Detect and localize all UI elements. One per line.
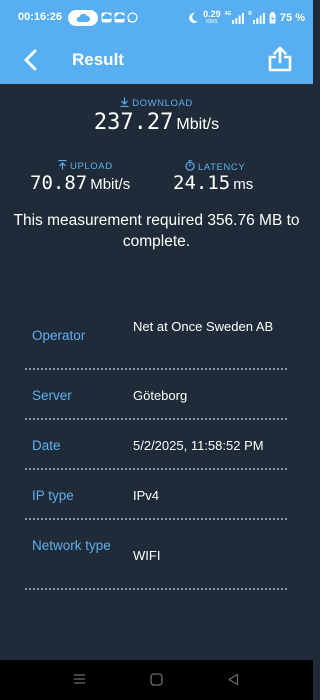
signal-icon bbox=[252, 12, 265, 24]
info-value: WIFI bbox=[133, 548, 161, 563]
system-nav-bar bbox=[0, 660, 313, 700]
cloud-pill bbox=[68, 10, 98, 26]
info-key: Operator bbox=[32, 328, 86, 343]
info-value: 5/2/2025, 11:58:52 PM bbox=[133, 438, 264, 453]
info-key: IP type bbox=[32, 488, 74, 503]
latency-unit: ms bbox=[233, 176, 254, 193]
upload-speed: 70.87 bbox=[30, 172, 88, 194]
status-time: 00:16:26 bbox=[18, 11, 63, 23]
info-value: Göteborg bbox=[133, 388, 188, 403]
home-icon[interactable] bbox=[150, 673, 163, 686]
info-row-operator: Operator Net at Once Sweden AB bbox=[25, 310, 287, 370]
info-value: IPv4 bbox=[133, 488, 160, 503]
moon-icon bbox=[189, 12, 199, 23]
download-label: DOWNLOAD bbox=[0, 97, 313, 109]
download-speed: 237.27 bbox=[93, 110, 174, 135]
app-header: Result bbox=[0, 36, 313, 84]
info-key: Network type bbox=[32, 538, 111, 553]
upload-unit: Mbit/s bbox=[90, 176, 131, 193]
menu-icon[interactable] bbox=[73, 673, 86, 685]
stopwatch-icon bbox=[185, 160, 195, 171]
status-right: 0.29 KB/S 4G R 75 % bbox=[187, 9, 305, 27]
info-row-ip-type: IP type IPv4 bbox=[25, 470, 287, 520]
info-table: Operator Net at Once Sweden AB Server Gö… bbox=[25, 310, 287, 590]
whatsapp-icon bbox=[127, 12, 138, 23]
info-key: Server bbox=[32, 388, 72, 403]
notification-icon bbox=[114, 12, 125, 23]
upload-icon bbox=[58, 159, 67, 170]
page-title: Result bbox=[72, 50, 124, 69]
network-speed: 0.29 KB/S bbox=[203, 9, 221, 26]
measurement-summary: This measurement required 356.76 MB to c… bbox=[13, 212, 300, 250]
battery-icon bbox=[269, 12, 276, 24]
battery-percent: 75 % bbox=[279, 12, 305, 24]
download-unit: Mbit/s bbox=[176, 116, 220, 133]
latency-number: 24.15 bbox=[173, 172, 231, 194]
upload-value: 70.87 Mbit/s bbox=[30, 172, 130, 194]
info-row-server: Server Göteborg bbox=[25, 370, 287, 420]
share-icon[interactable] bbox=[267, 46, 293, 72]
status-bar: 00:16:26 0.29 KB/S 4G R 75 % bbox=[0, 0, 313, 36]
chevron-left-icon[interactable] bbox=[18, 48, 46, 72]
latency-value: 24.15 ms bbox=[173, 172, 253, 194]
info-value: Net at Once Sweden AB bbox=[133, 319, 274, 334]
cloud-icon bbox=[76, 13, 90, 22]
download-value: 237.27 Mbit/s bbox=[0, 110, 313, 135]
back-icon[interactable] bbox=[227, 673, 239, 686]
download-icon bbox=[120, 97, 129, 108]
signal-icon bbox=[232, 12, 245, 24]
info-row-date: Date 5/2/2025, 11:58:52 PM bbox=[25, 420, 287, 470]
notification-icon bbox=[101, 12, 112, 23]
upload-label: UPLOAD bbox=[58, 159, 113, 172]
info-row-network-type: Network type WIFI bbox=[25, 520, 287, 590]
info-key: Date bbox=[32, 438, 61, 453]
